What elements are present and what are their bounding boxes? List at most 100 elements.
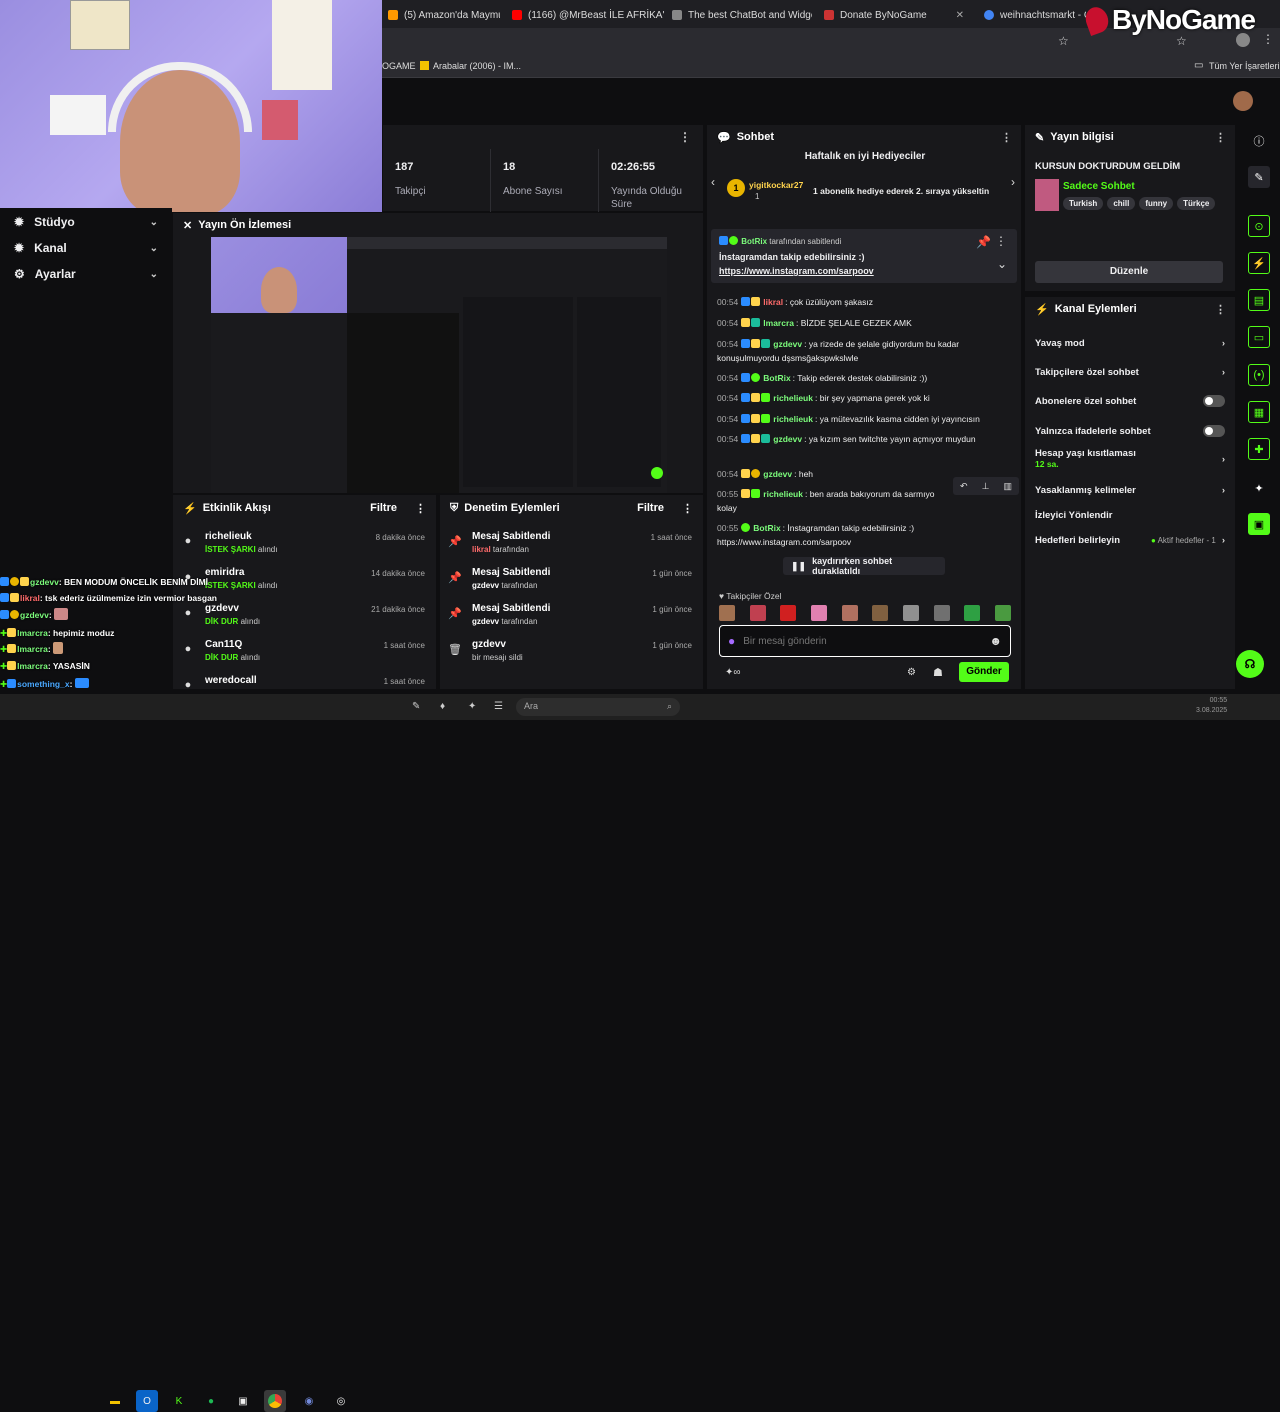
emote[interactable] [749,605,766,621]
filter-button[interactable]: Filtre [637,502,664,514]
chat-message[interactable]: 00:55 BotRix: İnstagramdan takip edebilir… [717,521,1009,549]
bookmark-item[interactable]: Arabalar (2006) - IM... [433,61,521,71]
settings-icon[interactable]: ⚙ [907,667,916,678]
browser-tab[interactable]: The best ChatBot and Widgets✕ [664,4,812,26]
wrench-icon[interactable]: ✚ [1248,438,1270,460]
microphone-icon[interactable]: ● [728,634,735,648]
more-options-icon[interactable]: ⋮ [1215,303,1226,316]
chat-input-box[interactable]: ● ☻ [719,625,1011,657]
bookmark-item[interactable]: OGAME [382,61,416,71]
action-emote-only[interactable]: Yalnızca ifadelerle sohbet [1025,419,1235,443]
emote[interactable] [780,605,797,621]
lightning-icon[interactable]: ⚡ [1248,252,1270,274]
obs-icon[interactable]: ◎ [330,1390,352,1412]
chat-message[interactable]: 00:54 richelieuk: bir şey yapmana gerek y… [717,391,1009,405]
feed-item[interactable]: ● richelieuk İSTEK ŞARKI alındı 8 dakika ön… [173,529,433,565]
emote[interactable] [933,605,950,621]
message-user[interactable]: lmarcra [763,318,794,328]
close-tab-icon[interactable]: ✕ [956,10,964,21]
message-user[interactable]: BotRix [763,373,790,383]
nav-studio[interactable]: ✹ Stüdyo ⌄ [0,209,172,235]
nav-settings[interactable]: ⚙ Ayarlar ⌄ [0,261,172,287]
chat-message[interactable]: 00:54 lmarcra: BİZDE ŞELALE GEZEK AMK [717,316,1009,330]
emote[interactable] [719,605,735,621]
send-button[interactable]: Gönder [959,662,1009,682]
action-subs-only[interactable]: Abonelere özel sohbet [1025,389,1235,413]
action-raid[interactable]: İzleyici Yönlendir [1025,503,1235,527]
preview-video[interactable] [211,237,667,493]
message-user[interactable]: gzdevv [773,434,802,444]
all-bookmarks-link[interactable]: Tüm Yer İşaretleri [1209,61,1280,71]
tag[interactable]: chill [1107,197,1136,210]
chat-message[interactable]: 00:55 richelieuk: ben arada bakıyorum da … [717,487,947,515]
emote[interactable] [902,605,919,621]
clipboard-icon[interactable]: ▤ [1248,289,1270,311]
more-options-icon[interactable]: ⋮ [679,130,691,144]
chat-message[interactable]: 00:54 richelieuk: ya mütevazılık kasma ci… [717,412,1009,426]
top-gifter-name[interactable]: yigitkockar27 [749,180,803,190]
chat-message[interactable]: 00:54 BotRix: Takip ederek destek olabili… [717,371,1009,385]
browser-tab[interactable]: (1166) @MrBeast İLE AFRİKA'D✕ [504,4,664,26]
chevron-left-icon[interactable]: ‹ [711,175,715,189]
kick-logo-icon[interactable]: ✦ [1248,477,1270,499]
subs-only-toggle[interactable] [1203,395,1225,407]
action-slow-mode[interactable]: Yavaş mod › [1025,331,1235,355]
chat-message[interactable]: 00:54 gzdevv: ya kızım sen twitchte yayın… [717,432,1009,446]
chat-message[interactable]: 00:54 likral: çok üzülüyom şakasız [717,295,1009,309]
more-options-icon[interactable]: ⋮ [415,502,426,515]
close-icon[interactable]: ✕ [183,219,192,232]
pinned-link[interactable]: https://www.instagram.com/sarpoov [719,266,874,276]
chat-message[interactable]: 00:54 gzdevv: ya rizede de şelale gidiyor… [717,337,1009,365]
mod-item[interactable]: 📌 Mesaj Sabitlendi gzdevv tarafından 1 gün … [440,565,700,601]
bot-icon[interactable]: ☗ [933,666,943,679]
kick-app-icon[interactable]: K [168,1390,190,1412]
category-thumbnail[interactable] [1035,179,1059,211]
edit-button[interactable]: Düzenle [1035,261,1223,283]
tray-icon[interactable]: ☰ [494,701,503,712]
spotify-icon[interactable]: ● [200,1390,222,1412]
user-avatar[interactable] [1233,91,1253,111]
delete-icon[interactable]: ▥ [1003,481,1012,492]
message-user[interactable]: richelieuk [773,393,813,403]
more-options-icon[interactable]: ⋮ [1215,131,1226,144]
mod-item[interactable]: 🗑 gzdevv bir mesajı sildi 1 gün önce [440,637,700,673]
message-user[interactable]: BotRix [753,523,780,533]
outlook-icon[interactable]: O [136,1390,158,1412]
tag[interactable]: funny [1139,197,1174,210]
discord-icon[interactable]: ◉ [298,1390,320,1412]
clip-icon[interactable]: ▣ [1248,513,1270,535]
category-name[interactable]: Sadece Sohbet [1063,181,1135,192]
info-icon[interactable]: ⓘ [1248,130,1270,152]
tag[interactable]: Turkish [1063,197,1104,210]
taskbar-search[interactable]: Ara ⌕ [516,698,680,716]
chevron-down-icon[interactable]: ⌄ [997,257,1007,271]
emote[interactable] [964,605,981,621]
message-user[interactable]: gzdevv [763,469,792,479]
tag[interactable]: Türkçe [1177,197,1216,210]
broadcast-icon[interactable]: (•) [1248,364,1270,386]
browser-tab[interactable]: weihnachtsmarkt - Goo [976,4,1086,26]
action-goals[interactable]: Hedefleri belirleyin ● Aktif hedefler - 1… [1025,528,1235,552]
kick-points-icon[interactable]: ✦∞ [725,667,741,678]
more-options-icon[interactable]: ⋮ [995,234,1007,248]
tray-icon[interactable]: ✦ [468,701,476,712]
edit-icon[interactable]: ✎ [1248,166,1270,188]
chat-input[interactable] [743,635,982,647]
taskbar-clock[interactable]: 00:55 3.08.2025 [1196,696,1227,716]
chevron-right-icon[interactable]: › [1011,175,1015,189]
support-icon[interactable]: ☊ [1236,650,1264,678]
capture-icon[interactable]: ⊙ [1248,215,1270,237]
action-banned-words[interactable]: Yasaklanmış kelimeler › [1025,478,1235,502]
chat-paused-banner[interactable]: ❚❚ kaydırırken sohbet duraklatıldı [783,556,945,576]
emote[interactable] [872,605,889,621]
layers-icon[interactable]: ▦ [1248,401,1270,423]
browser-tab[interactable]: (5) Amazon'da Maymun Av✕ [380,4,500,26]
tray-icon[interactable]: ♦ [440,701,445,712]
mod-item[interactable]: 📌 Mesaj Sabitlendi likral tarafından 1 saat… [440,529,700,565]
file-explorer-icon[interactable]: ▬ [104,1390,126,1412]
more-options-icon[interactable]: ⋮ [1001,131,1012,144]
emoji-icon[interactable]: ☻ [989,634,1002,648]
message-user[interactable]: likral [763,297,783,307]
more-options-icon[interactable]: ⋮ [682,502,693,515]
action-account-age[interactable]: Hesap yaşı kısıtlaması 12 sa. › [1025,448,1235,476]
